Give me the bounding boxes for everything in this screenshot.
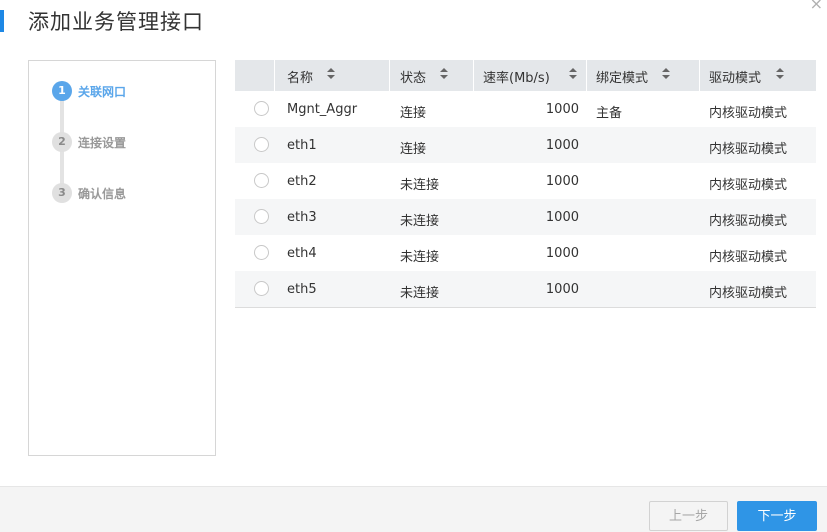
cell-driver-mode: 内核驱动模式 — [709, 250, 788, 265]
cell-name: eth1 — [287, 138, 317, 153]
cell-status: 未连接 — [400, 250, 440, 265]
cell-rate: 1000 — [545, 174, 579, 189]
cell-rate: 1000 — [545, 282, 579, 297]
cell-rate: 1000 — [545, 210, 579, 225]
cell-status: 连接 — [400, 142, 427, 157]
header-status[interactable]: 状态 — [390, 60, 474, 91]
cell-status: 连接 — [400, 106, 427, 121]
sort-icon[interactable] — [662, 67, 670, 81]
cell-name: eth2 — [287, 174, 317, 189]
prev-step-button[interactable]: 上一步 — [649, 501, 728, 531]
step-3-label: 确认信息 — [78, 187, 127, 201]
step-2-label: 连接设置 — [78, 136, 127, 150]
row-radio[interactable] — [254, 173, 269, 188]
cell-driver-mode: 内核驱动模式 — [709, 106, 788, 121]
interface-table: 名称 状态 速率(Mb/s) 绑定模式 驱动模式 Mgnt_Aggr 连接 10… — [235, 60, 816, 308]
table-row[interactable]: eth5 未连接 1000 内核驱动模式 — [235, 271, 816, 308]
header-bind-mode[interactable]: 绑定模式 — [587, 60, 700, 91]
cell-status: 未连接 — [400, 178, 440, 193]
table-row[interactable]: eth1 连接 1000 内核驱动模式 — [235, 127, 816, 163]
cell-name: eth4 — [287, 246, 317, 261]
cell-driver-mode: 内核驱动模式 — [709, 178, 788, 193]
cell-name: eth3 — [287, 210, 317, 225]
header-driver-mode[interactable]: 驱动模式 — [700, 60, 816, 91]
header-name-label: 名称 — [287, 71, 314, 86]
sort-icon[interactable] — [569, 67, 577, 81]
table-row[interactable]: eth2 未连接 1000 内核驱动模式 — [235, 163, 816, 199]
cell-name: Mgnt_Aggr — [287, 102, 358, 117]
title-accent-bar — [0, 10, 4, 32]
table-header: 名称 状态 速率(Mb/s) 绑定模式 驱动模式 — [235, 60, 816, 91]
sort-icon[interactable] — [327, 67, 335, 81]
cell-driver-mode: 内核驱动模式 — [709, 142, 788, 157]
dialog-header: 添加业务管理接口 × — [0, 0, 827, 46]
sort-icon[interactable] — [776, 67, 784, 81]
header-select — [235, 60, 275, 91]
dialog-title: 添加业务管理接口 — [28, 10, 204, 34]
cell-status: 未连接 — [400, 286, 440, 301]
cell-driver-mode: 内核驱动模式 — [709, 214, 788, 229]
step-1-label: 关联网口 — [78, 85, 127, 99]
cell-rate: 1000 — [545, 102, 579, 117]
steps-panel: 1 关联网口 2 连接设置 3 确认信息 — [28, 60, 216, 456]
cell-rate: 1000 — [545, 246, 579, 261]
table-row[interactable]: eth3 未连接 1000 内核驱动模式 — [235, 199, 816, 235]
cell-status: 未连接 — [400, 214, 440, 229]
row-radio[interactable] — [254, 281, 269, 296]
header-driver-mode-label: 驱动模式 — [709, 71, 762, 86]
step-2-number: 2 — [52, 132, 72, 152]
close-icon[interactable]: × — [810, 0, 823, 13]
header-name[interactable]: 名称 — [275, 60, 390, 91]
table-row[interactable]: eth4 未连接 1000 内核驱动模式 — [235, 235, 816, 271]
row-radio[interactable] — [254, 245, 269, 260]
step-1-number: 1 — [52, 81, 72, 101]
cell-name: eth5 — [287, 282, 317, 297]
table-row[interactable]: Mgnt_Aggr 连接 1000 主备 内核驱动模式 — [235, 91, 816, 127]
step-3-number: 3 — [52, 183, 72, 203]
header-bind-mode-label: 绑定模式 — [596, 71, 649, 86]
row-radio[interactable] — [254, 209, 269, 224]
row-radio[interactable] — [254, 137, 269, 152]
cell-driver-mode: 内核驱动模式 — [709, 286, 788, 301]
row-radio[interactable] — [254, 101, 269, 116]
cell-rate: 1000 — [545, 138, 579, 153]
dialog-footer: 上一步 下一步 — [0, 486, 827, 532]
sort-icon[interactable] — [440, 67, 448, 81]
next-step-button[interactable]: 下一步 — [737, 501, 817, 531]
header-status-label: 状态 — [400, 71, 427, 86]
header-rate[interactable]: 速率(Mb/s) — [474, 60, 587, 91]
cell-bind-mode: 主备 — [596, 106, 623, 121]
header-rate-label: 速率(Mb/s) — [483, 71, 550, 86]
